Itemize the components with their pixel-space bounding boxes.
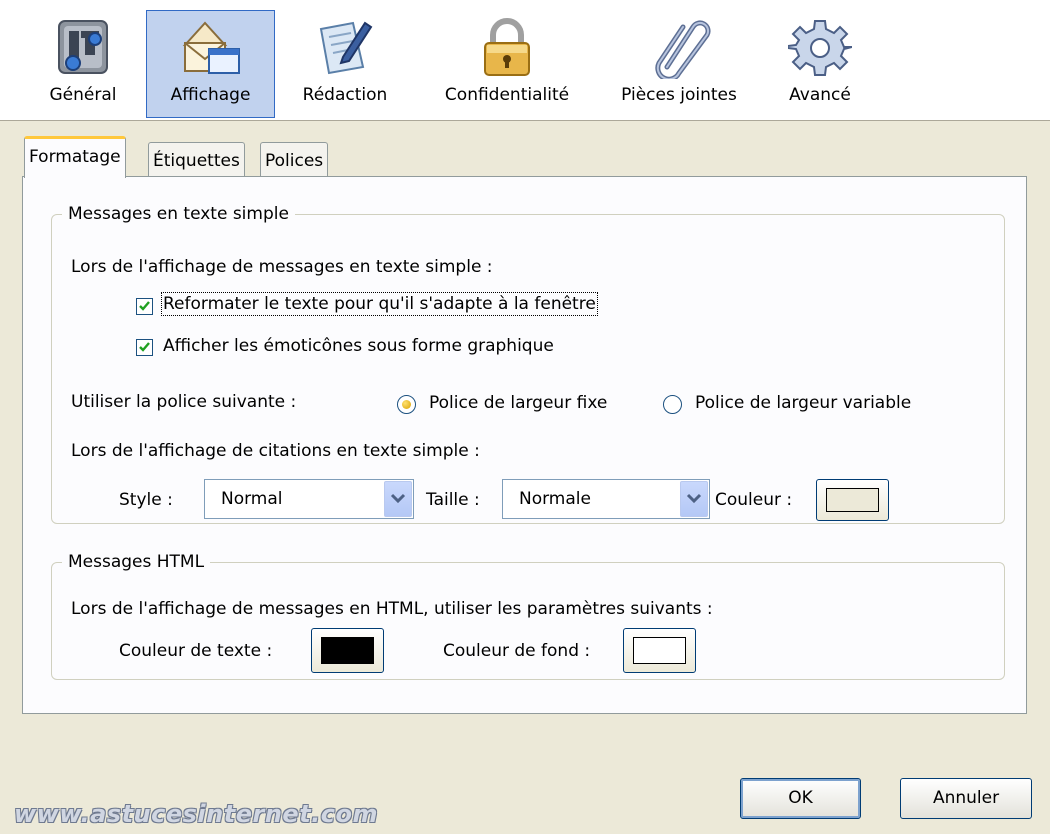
toolbar-advanced-button[interactable]: Avancé xyxy=(770,10,870,118)
tab-formatting-label: Formatage xyxy=(29,147,121,167)
variable-width-radio[interactable] xyxy=(663,395,682,414)
size-select-value: Normale xyxy=(519,489,591,509)
padlock-icon xyxy=(484,18,530,76)
ok-button[interactable]: OK xyxy=(740,778,861,819)
cancel-button[interactable]: Annuler xyxy=(900,778,1032,819)
plain-text-intro: Lors de l'affichage de messages en texte… xyxy=(71,257,493,277)
paperclip-icon xyxy=(655,20,711,79)
reformat-checkbox[interactable] xyxy=(136,298,153,315)
html-intro: Lors de l'affichage de messages en HTML,… xyxy=(71,599,713,619)
check-icon xyxy=(139,342,150,352)
general-icon xyxy=(58,20,108,74)
formatting-panel: Messages en texte simple Lors de l'affic… xyxy=(22,176,1027,714)
plain-text-legend: Messages en texte simple xyxy=(68,204,289,224)
gear-icon xyxy=(788,20,852,76)
text-color-swatch xyxy=(321,637,374,664)
emoticons-label[interactable]: Afficher les émoticônes sous forme graph… xyxy=(163,336,554,356)
toolbar-general-button[interactable]: Général xyxy=(36,10,130,118)
toolbar-advanced-label: Avancé xyxy=(789,85,851,105)
tab-fonts[interactable]: Polices xyxy=(260,142,329,178)
size-label: Taille : xyxy=(426,490,480,510)
text-color-label: Couleur de texte : xyxy=(119,641,273,661)
reformat-label[interactable]: Reformater le texte pour qu'il s'adapte … xyxy=(161,292,598,316)
quotes-intro: Lors de l'affichage de citations en text… xyxy=(71,441,480,461)
size-select[interactable]: Normale xyxy=(502,479,710,519)
toolbar-compose-button[interactable]: Rédaction xyxy=(290,10,400,118)
size-dropdown-button[interactable] xyxy=(680,481,708,517)
quote-color-button[interactable] xyxy=(816,479,889,521)
chevron-down-icon xyxy=(686,493,702,504)
toolbar-attachments-label: Pièces jointes xyxy=(621,85,737,105)
radio-selected-dot xyxy=(402,400,411,409)
chevron-down-icon xyxy=(390,493,406,504)
fixed-width-radio[interactable] xyxy=(397,395,416,414)
tab-labels[interactable]: Étiquettes xyxy=(148,142,245,178)
check-icon xyxy=(139,301,150,311)
display-icon xyxy=(182,21,240,74)
quote-color-label: Couleur : xyxy=(715,490,793,510)
toolbar-privacy-label: Confidentialité xyxy=(444,85,570,105)
style-select[interactable]: Normal xyxy=(204,479,414,519)
emoticons-checkbox[interactable] xyxy=(136,339,153,356)
preferences-toolbar: Général Affichage Rédaction Confidential… xyxy=(0,0,1050,121)
text-color-button[interactable] xyxy=(311,628,384,673)
tab-fonts-label: Polices xyxy=(265,151,324,171)
toolbar-compose-label: Rédaction xyxy=(302,85,388,105)
background-color-button[interactable] xyxy=(623,628,696,673)
style-dropdown-button[interactable] xyxy=(384,481,412,517)
font-choice-label: Utiliser la police suivante : xyxy=(71,392,297,412)
toolbar-display-button[interactable]: Affichage xyxy=(146,10,275,118)
quote-color-swatch xyxy=(826,488,879,512)
style-select-value: Normal xyxy=(221,489,283,509)
html-legend: Messages HTML xyxy=(68,552,205,572)
toolbar-attachments-button[interactable]: Pièces jointes xyxy=(603,10,755,118)
tab-labels-label: Étiquettes xyxy=(153,151,240,171)
tab-formatting[interactable]: Formatage xyxy=(24,136,126,178)
fixed-width-label[interactable]: Police de largeur fixe xyxy=(429,393,607,413)
watermark: www.astucesinternet.com xyxy=(14,800,378,828)
toolbar-display-label: Affichage xyxy=(170,85,251,105)
background-color-label: Couleur de fond : xyxy=(443,641,591,661)
toolbar-privacy-button[interactable]: Confidentialité xyxy=(428,10,586,118)
compose-icon xyxy=(319,21,373,75)
toolbar-general-label: Général xyxy=(49,85,117,105)
background-color-swatch xyxy=(633,637,686,664)
variable-width-label[interactable]: Police de largeur variable xyxy=(695,393,911,413)
style-label: Style : xyxy=(119,490,173,510)
plain-text-group: Messages en texte simple xyxy=(51,204,1005,524)
